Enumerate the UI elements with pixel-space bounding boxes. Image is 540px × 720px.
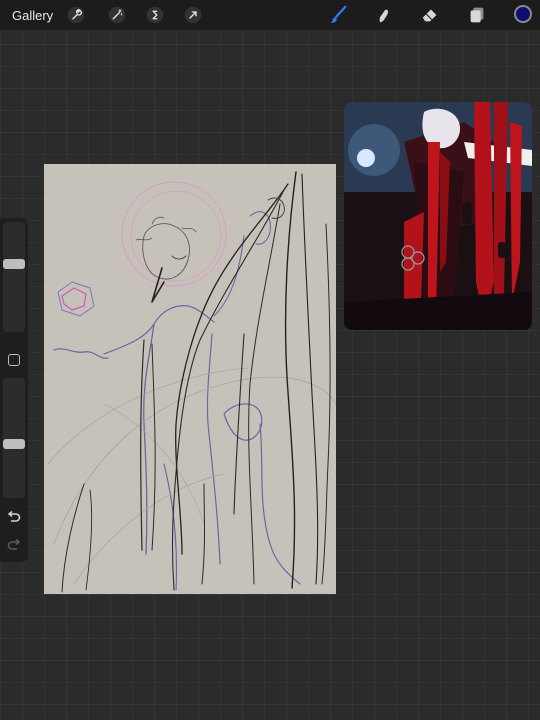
brush-icon[interactable] bbox=[326, 3, 350, 27]
undo-icon[interactable] bbox=[4, 510, 24, 526]
drawing-canvas[interactable] bbox=[44, 164, 337, 594]
transform-arrow-icon[interactable] bbox=[181, 3, 205, 27]
wrench-icon[interactable] bbox=[64, 3, 88, 27]
side-toolbar bbox=[0, 218, 28, 562]
modify-square-icon[interactable] bbox=[8, 354, 20, 366]
active-color-swatch[interactable] bbox=[514, 5, 532, 23]
top-toolbar: Gallery bbox=[0, 0, 540, 30]
brush-size-slider[interactable] bbox=[3, 222, 25, 332]
layers-icon[interactable] bbox=[465, 3, 489, 27]
gallery-button[interactable]: Gallery bbox=[12, 8, 53, 23]
reference-image-panel[interactable] bbox=[344, 102, 532, 330]
smudge-icon[interactable] bbox=[371, 3, 395, 27]
sketch-artwork bbox=[47, 171, 337, 593]
opacity-thumb[interactable] bbox=[3, 438, 25, 449]
redo-icon[interactable] bbox=[4, 538, 24, 554]
brush-size-thumb[interactable] bbox=[3, 259, 25, 269]
magic-wand-icon[interactable] bbox=[105, 3, 129, 27]
eraser-icon[interactable] bbox=[418, 3, 442, 27]
reference-artwork bbox=[344, 102, 532, 330]
selection-s-icon[interactable] bbox=[143, 3, 167, 27]
